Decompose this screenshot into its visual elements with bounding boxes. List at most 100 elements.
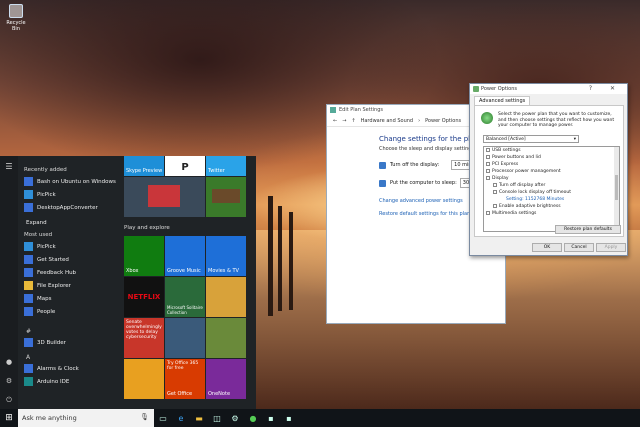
hamburger-icon[interactable]: ☰ <box>0 162 18 171</box>
apply-button[interactable]: Apply <box>596 243 626 252</box>
breadcrumb-hardware[interactable]: Hardware and Sound <box>361 118 413 124</box>
recycle-bin-icon <box>9 4 23 18</box>
letter-header-a[interactable]: A <box>26 354 120 361</box>
power-icon[interactable]: ⏻ <box>0 396 18 405</box>
app-bash[interactable]: Bash on Ubuntu on Windows <box>20 175 120 188</box>
store-icon[interactable]: ◫ <box>208 409 226 427</box>
plan-dropdown[interactable]: Balanced [Active] ▾ <box>483 135 579 143</box>
app-list: Recently added Bash on Ubuntu on Windows… <box>20 156 120 409</box>
breadcrumb-power-options[interactable]: Power Options <box>425 118 461 124</box>
app-get-started[interactable]: Get Started <box>20 253 120 266</box>
xbox-icon[interactable]: ● <box>244 409 262 427</box>
tile-minecraft[interactable] <box>206 177 246 217</box>
tile-netflix[interactable]: NETFLIX <box>124 277 164 317</box>
tile-xbox[interactable]: Xbox <box>124 236 164 276</box>
most-used-heading: Most used <box>24 232 53 238</box>
tree-node[interactable]: Power buttons and lid <box>484 154 619 161</box>
tile-onenote[interactable]: OneNote <box>206 359 246 399</box>
dialog-titlebar[interactable]: Power Options ? ✕ <box>470 84 627 94</box>
tile-game-8dab[interactable] <box>206 277 246 317</box>
3d-builder-icon <box>24 338 33 347</box>
tree-node[interactable]: Turn off display after <box>484 182 619 189</box>
tile-skype[interactable]: Skype Preview <box>124 156 164 176</box>
edge-icon[interactable]: e <box>172 409 190 427</box>
pier-post <box>268 196 273 316</box>
app-desktopappconverter[interactable]: DesktopAppConverter <box>20 201 120 214</box>
task-view-icon[interactable]: ▭ <box>154 409 172 427</box>
taskbar: ⊞ Ask me anything 🎙 ▭ e ▬ ◫ ⚙ ● ▪ ▪ <box>0 409 640 427</box>
tab-advanced-settings[interactable]: Advanced settings <box>474 96 531 105</box>
tile-photos[interactable] <box>124 177 205 217</box>
tile-solitaire[interactable]: Microsoft Solitaire Collection <box>165 277 205 317</box>
chevron-down-icon: ▾ <box>573 137 576 142</box>
settings-tree: USB settings Power buttons and lid PCI E… <box>483 146 620 232</box>
pier-post <box>278 206 282 311</box>
settings-gear-icon[interactable]: ⚙ <box>0 377 18 385</box>
restore-plan-defaults-button[interactable]: Restore plan defaults <box>555 225 621 234</box>
expand-icon <box>486 210 490 215</box>
microphone-icon[interactable]: 🎙 <box>140 413 149 421</box>
tile-news[interactable]: Senate overwhelmingly votes to delay cyb… <box>124 318 164 358</box>
forward-arrow-icon[interactable]: → <box>342 118 346 124</box>
back-arrow-icon[interactable]: ← <box>333 118 337 124</box>
expand-icon <box>493 203 497 208</box>
app-maps[interactable]: Maps <box>20 292 120 305</box>
app-arduino[interactable]: Arduino IDE <box>20 375 120 388</box>
collapse-icon <box>493 189 497 194</box>
app-3d-builder[interactable]: 3D Builder <box>20 336 120 349</box>
tree-scrollbar[interactable] <box>614 147 619 231</box>
tree-node[interactable]: Processor power management <box>484 168 619 175</box>
tile-p-app[interactable]: P <box>165 156 205 176</box>
app-taskbar-icon[interactable]: ▪ <box>280 409 298 427</box>
power-options-icon <box>473 86 479 92</box>
tile-get-office[interactable]: Try Office 365 for free Get Office <box>165 359 205 399</box>
tile-racing-game[interactable] <box>165 318 205 358</box>
expand-icon <box>486 168 490 173</box>
app-people[interactable]: People <box>20 305 120 318</box>
sleep-icon <box>379 179 386 187</box>
tile-game-emoji[interactable] <box>124 359 164 399</box>
scrollbar-thumb[interactable] <box>615 175 618 200</box>
cancel-button[interactable]: Cancel <box>564 243 594 252</box>
tree-node[interactable]: Display <box>484 175 619 182</box>
app-taskbar-icon[interactable]: ▪ <box>262 409 280 427</box>
app-picpick[interactable]: PicPick <box>20 188 120 201</box>
tree-node[interactable]: Multimedia settings <box>484 210 619 217</box>
converter-icon <box>24 203 33 212</box>
play-explore-heading: Play and explore <box>124 225 170 231</box>
ok-button[interactable]: OK <box>532 243 562 252</box>
tile-twitter[interactable]: Twitter <box>206 156 246 176</box>
user-avatar-icon[interactable]: ● <box>0 358 18 366</box>
tile-strategy-game[interactable] <box>206 318 246 358</box>
start-rail: ☰ ● ⚙ ⏻ <box>0 156 18 409</box>
p-logo-icon: P <box>181 162 189 173</box>
tile-movies[interactable]: Movies & TV <box>206 236 246 276</box>
folder-icon <box>24 281 33 290</box>
collapse-icon <box>486 175 490 180</box>
minecraft-icon <box>212 189 240 203</box>
letter-header-hash[interactable]: # <box>26 328 120 335</box>
tree-node[interactable]: Console lock display off timeout <box>484 189 619 196</box>
cortana-search-box[interactable]: Ask me anything 🎙 <box>18 409 154 427</box>
file-explorer-icon[interactable]: ▬ <box>190 409 208 427</box>
clock-icon <box>24 364 33 373</box>
tree-node[interactable]: USB settings <box>484 147 619 154</box>
expand-icon <box>486 154 490 159</box>
tree-setting-value[interactable]: Setting: 1152768 Minutes <box>484 196 619 203</box>
tree-node[interactable]: Enable adaptive brightness <box>484 203 619 210</box>
settings-taskbar-icon[interactable]: ⚙ <box>226 409 244 427</box>
recently-added-heading: Recently added <box>24 167 67 173</box>
help-close-buttons[interactable]: ? ✕ <box>589 85 623 92</box>
app-alarms[interactable]: Alarms & Clock <box>20 362 120 375</box>
tile-groove[interactable]: Groove Music <box>165 236 205 276</box>
recycle-bin[interactable]: Recycle Bin <box>4 4 28 32</box>
tree-node[interactable]: PCI Express <box>484 161 619 168</box>
app-picpick-2[interactable]: PicPick <box>20 240 120 253</box>
up-arrow-icon[interactable]: ↑ <box>351 118 355 124</box>
app-feedback-hub[interactable]: Feedback Hub <box>20 266 120 279</box>
expand-link[interactable]: Expand <box>26 220 120 226</box>
start-button[interactable]: ⊞ <box>0 409 18 427</box>
breadcrumb-separator: › <box>418 117 421 124</box>
app-file-explorer[interactable]: File Explorer <box>20 279 120 292</box>
advanced-settings-panel: Select the power plan that you want to c… <box>474 105 624 237</box>
